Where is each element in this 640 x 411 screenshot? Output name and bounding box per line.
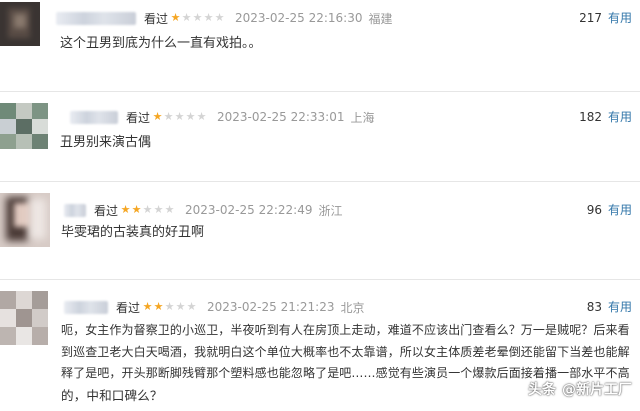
star-icon: ★: [120, 203, 131, 216]
seen-label: 看过: [94, 203, 119, 218]
star-icon: ★: [170, 11, 181, 24]
useful-button[interactable]: 有用: [608, 9, 632, 26]
vote-area: 96 有用: [587, 201, 632, 218]
comment-location: 浙江: [318, 203, 343, 218]
username-blurred[interactable]: [64, 300, 108, 314]
useful-button[interactable]: 有用: [608, 201, 632, 218]
star-icon: ★: [196, 110, 207, 123]
star-icon: ★: [186, 300, 197, 313]
comment-meta: 看过 ★ ★ ★ ★ ★ 2023-02-25 22:33:01 上海: [70, 108, 374, 126]
star-icon: ★: [152, 110, 163, 123]
star-icon: ★: [153, 300, 164, 313]
star-icon: ★: [153, 203, 164, 216]
rating-stars: ★ ★ ★ ★ ★: [120, 204, 175, 216]
useful-button[interactable]: 有用: [608, 108, 632, 125]
star-icon: ★: [131, 203, 142, 216]
comment-text: 丑男别来演古偶: [60, 135, 152, 150]
vote-area: 217 有用: [579, 9, 632, 26]
watermark: 头条 @新片工厂: [528, 379, 632, 399]
vote-count: 217: [579, 10, 602, 25]
watermark-handle: @新片工厂: [562, 382, 632, 398]
vote-count: 96: [586, 202, 602, 217]
vote-area: 83 有用: [587, 298, 632, 315]
star-icon: ★: [175, 300, 186, 313]
star-icon: ★: [142, 203, 153, 216]
comment-time: 2023-02-25 21:21:23: [207, 300, 335, 314]
avatar[interactable]: [0, 103, 48, 149]
comment-meta: 看过 ★ ★ ★ ★ ★ 2023-02-25 21:21:23 北京: [64, 298, 364, 316]
star-icon: ★: [163, 110, 174, 123]
useful-button[interactable]: 有用: [608, 298, 632, 315]
watermark-platform: 头条: [528, 382, 556, 398]
star-icon: ★: [164, 300, 175, 313]
star-icon: ★: [181, 11, 192, 24]
comment-text: 毕雯珺的古装真的好丑啊: [61, 225, 205, 240]
rating-stars: ★ ★ ★ ★ ★: [152, 111, 207, 123]
comment-meta: 看过 ★ ★ ★ ★ ★ 2023-02-25 22:22:49 浙江: [64, 201, 342, 219]
divider: [0, 181, 640, 182]
comment-location: 福建: [368, 11, 393, 26]
avatar[interactable]: [0, 193, 50, 247]
comment-text: 这个丑男到底为什么一直有戏拍。。: [60, 36, 262, 51]
star-icon: ★: [203, 11, 214, 24]
vote-area: 182 有用: [579, 108, 632, 125]
vote-count: 182: [579, 109, 602, 124]
comment-time: 2023-02-25 22:22:49: [185, 203, 313, 217]
star-icon: ★: [214, 11, 225, 24]
star-icon: ★: [192, 11, 203, 24]
star-icon: ★: [142, 300, 153, 313]
divider: [0, 91, 640, 92]
comment-time: 2023-02-25 22:33:01: [217, 110, 345, 124]
rating-stars: ★ ★ ★ ★ ★: [170, 12, 225, 24]
star-icon: ★: [174, 110, 185, 123]
rating-stars: ★ ★ ★ ★ ★: [142, 301, 197, 313]
star-icon: ★: [164, 203, 175, 216]
seen-label: 看过: [126, 110, 151, 125]
username-blurred[interactable]: [64, 203, 86, 217]
username-blurred[interactable]: [56, 11, 136, 25]
seen-label: 看过: [116, 300, 141, 315]
comment-time: 2023-02-25 22:16:30: [235, 11, 363, 25]
comment-meta: 看过 ★ ★ ★ ★ ★ 2023-02-25 22:16:30 福建: [56, 9, 392, 27]
comment-text-line: 到巡查卫老大白天喝酒，我就明白这个单位大概率也不太靠谱，所以女主体质差老晕倒还能…: [61, 344, 630, 359]
avatar[interactable]: [0, 291, 48, 345]
comment-feed: 看过 ★ ★ ★ ★ ★ 2023-02-25 22:16:30 福建 217 …: [0, 0, 640, 411]
comment-text-line: 呃，女主作为督察卫的小巡卫，半夜听到有人在房顶上走动，难道不应该出门查看么？万一…: [61, 323, 630, 337]
comment-location: 北京: [340, 300, 365, 315]
username-blurred[interactable]: [70, 110, 118, 124]
divider: [0, 279, 640, 280]
seen-label: 看过: [144, 11, 169, 26]
comment-location: 上海: [350, 110, 375, 125]
vote-count: 83: [586, 299, 602, 314]
star-icon: ★: [185, 110, 196, 123]
avatar[interactable]: [0, 2, 40, 46]
